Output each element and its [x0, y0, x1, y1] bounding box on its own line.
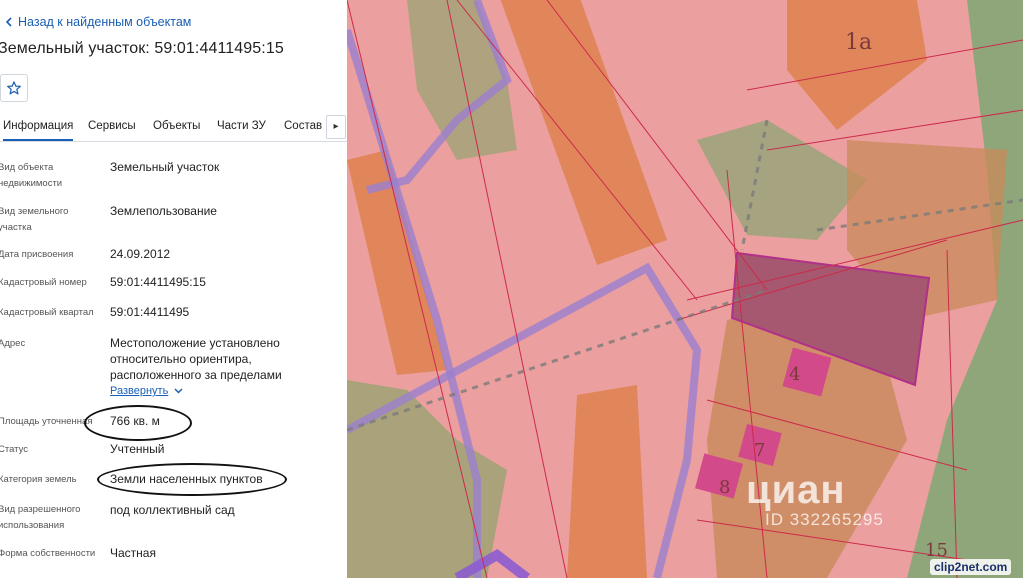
- field-label: Вид объекта недвижимости: [0, 162, 63, 189]
- field-value: Землепользование: [110, 204, 217, 218]
- field-label: Вид разрешенного использования: [0, 504, 81, 531]
- field-label: Форма собственности: [0, 548, 96, 559]
- building: [500, 0, 667, 265]
- cadastral-map[interactable]: 1а 4 7 8 15: [347, 0, 1023, 578]
- chevron-down-icon: [174, 388, 183, 394]
- map-label: 15: [925, 540, 948, 561]
- field-label: Дата присвоения: [0, 249, 74, 260]
- highlight-oval-category: [97, 463, 287, 496]
- green-zone: [347, 380, 507, 578]
- map-label: 1а: [845, 30, 873, 55]
- tab-composition[interactable]: Состав: [284, 113, 322, 140]
- map-canvas: [347, 0, 1023, 578]
- field-label: Адрес: [0, 338, 26, 349]
- tab-bar: Информация Сервисы Объекты Части ЗУ Сост…: [0, 113, 347, 142]
- favorite-button[interactable]: [0, 74, 28, 102]
- field-value: под коллективный сад: [110, 503, 235, 517]
- building: [567, 385, 647, 578]
- tabs-next-button[interactable]: ▸: [326, 115, 346, 139]
- field-value: 59:01:4411495:15: [110, 275, 206, 289]
- map-label: 4: [789, 364, 801, 385]
- back-link[interactable]: Назад к найденным объектам: [0, 12, 191, 32]
- field-label: Кадастровый квартал: [0, 307, 94, 318]
- field-value: Учтенный: [110, 442, 165, 456]
- tab-parts[interactable]: Части ЗУ: [217, 113, 266, 140]
- chevron-right-icon: ▸: [333, 121, 339, 132]
- back-link-label: Назад к найденным объектам: [18, 15, 192, 29]
- field-value: 24.09.2012: [110, 247, 171, 261]
- tab-info[interactable]: Информация: [3, 113, 74, 141]
- map-label: 7: [754, 440, 766, 461]
- map-label: 8: [719, 477, 731, 498]
- chevron-left-icon: [0, 17, 18, 27]
- tab-objects[interactable]: Объекты: [153, 113, 200, 140]
- building: [787, 0, 927, 130]
- field-label: Статус: [0, 444, 29, 455]
- field-value: 59:01:4411495: [110, 305, 190, 319]
- green-zone: [407, 0, 517, 160]
- tab-services[interactable]: Сервисы: [88, 113, 136, 140]
- cian-watermark-id: ID 332265295: [765, 510, 884, 529]
- expand-link[interactable]: Развернуть: [110, 385, 183, 397]
- field-label: Вид земельного участка: [0, 206, 69, 233]
- field-label: Кадастровый номер: [0, 277, 87, 288]
- field-value: Частная: [110, 546, 156, 560]
- star-outline-icon: [7, 81, 21, 95]
- highlight-oval-area: [84, 405, 192, 441]
- cian-watermark: циан: [746, 468, 846, 512]
- info-panel: Назад к найденным объектам Земельный уча…: [0, 0, 347, 578]
- field-label: Категория земель: [0, 474, 77, 485]
- clip2net-logo: clip2net.com: [930, 559, 1012, 575]
- field-value: Земельный участок: [110, 160, 220, 174]
- address-value: Местоположение установлено относительно …: [110, 336, 282, 382]
- page-title: Земельный участок: 59:01:4411495:15: [0, 40, 284, 57]
- expand-label: Развернуть: [110, 385, 169, 397]
